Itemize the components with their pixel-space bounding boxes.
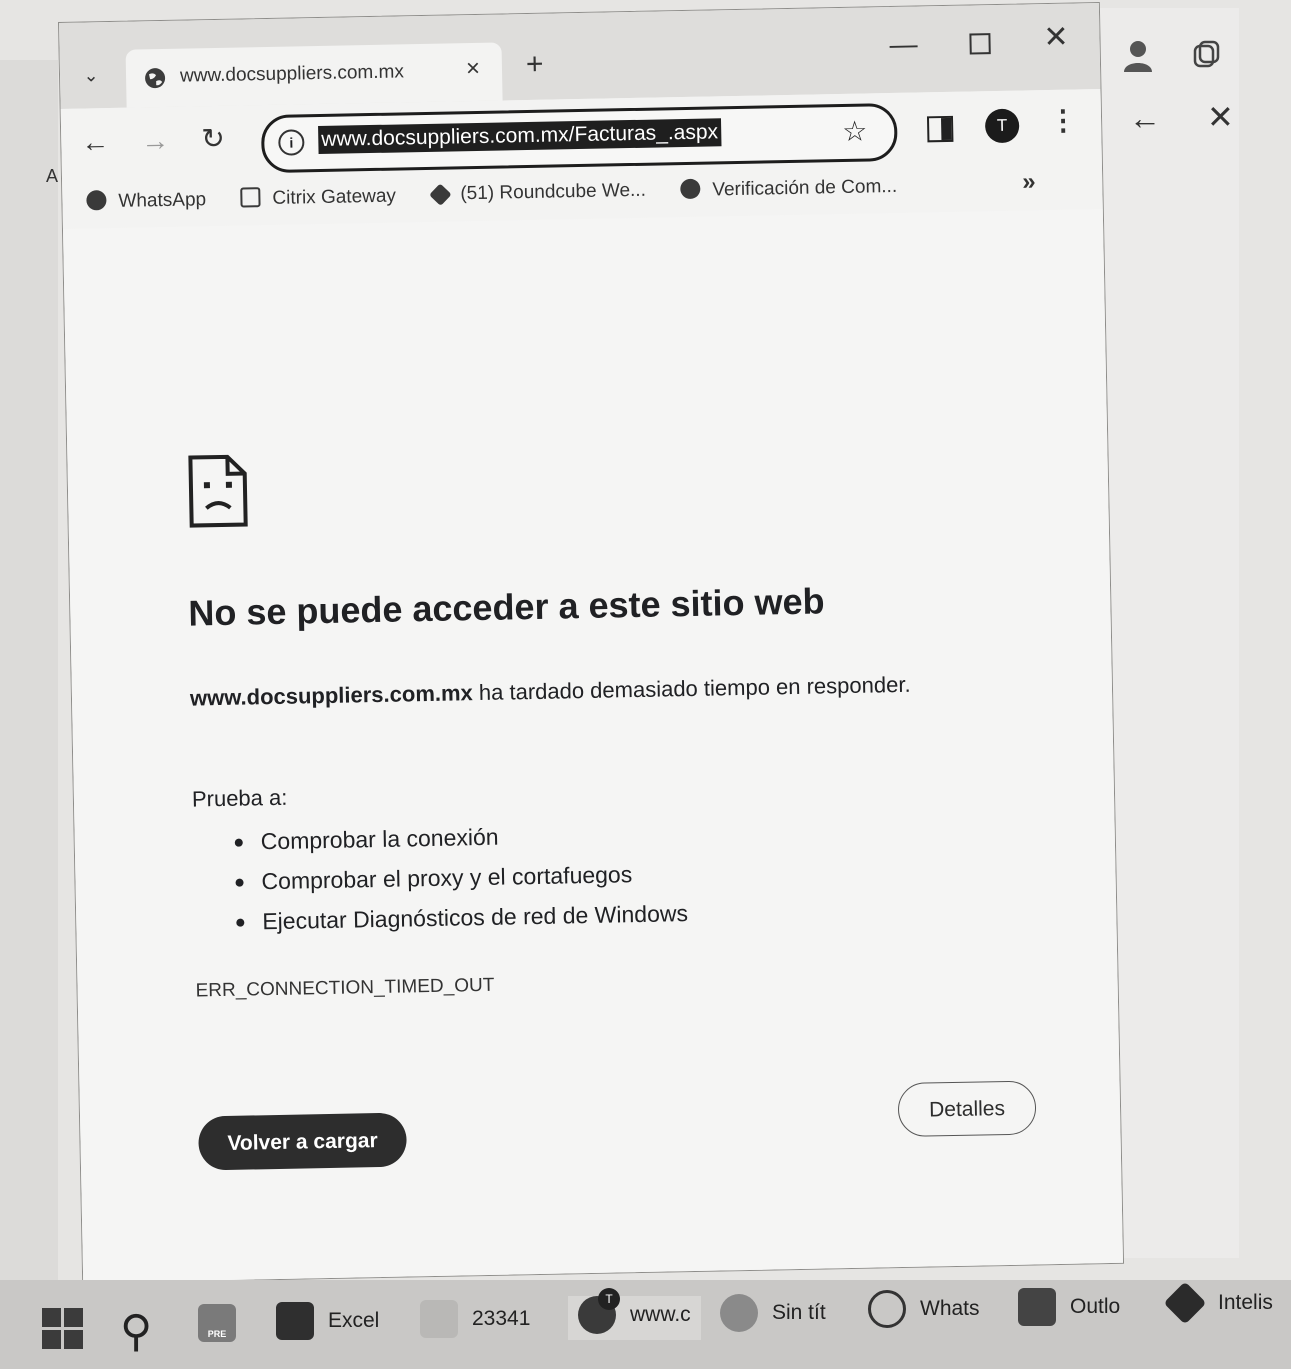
sad-page-icon bbox=[188, 454, 248, 528]
globe-icon bbox=[680, 178, 701, 200]
taskbar-app-untitled[interactable]: Sin tít bbox=[720, 1294, 826, 1338]
whatsapp-icon bbox=[86, 190, 107, 211]
bookmark-roundcube[interactable]: (51) Roundcube We... bbox=[429, 180, 646, 207]
taskbar-app-file[interactable]: 23341 bbox=[420, 1300, 530, 1344]
outlook-icon bbox=[1018, 1288, 1056, 1326]
tab-search-chevron-icon[interactable]: ⌄ bbox=[78, 62, 104, 88]
error-description: www.docsuppliers.com.mx ha tardado demas… bbox=[190, 660, 951, 723]
forward-button[interactable]: → bbox=[141, 125, 170, 158]
account-icon[interactable] bbox=[1121, 38, 1155, 74]
taskbar-app-excel[interactable]: Excel bbox=[276, 1302, 379, 1346]
citrix-icon bbox=[240, 187, 261, 208]
browser-window: ⌄ www.docsuppliers.com.mx × + — ✕ ← → ↻ … bbox=[58, 1, 1125, 1284]
error-code: ERR_CONNECTION_TIMED_OUT bbox=[195, 974, 495, 1002]
copilot-icon[interactable] bbox=[1189, 38, 1223, 72]
address-bar[interactable]: i www.docsuppliers.com.mx/Facturas_.aspx… bbox=[260, 102, 898, 174]
maximize-button[interactable] bbox=[969, 33, 991, 55]
file-icon bbox=[420, 1300, 458, 1338]
error-title: No se puede acceder a este sitio web bbox=[187, 580, 825, 634]
roundcube-icon bbox=[429, 183, 452, 207]
tab-title: www.docsuppliers.com.mx bbox=[179, 61, 405, 87]
intelisis-icon bbox=[1163, 1281, 1207, 1325]
profile-avatar[interactable]: T bbox=[984, 108, 1020, 144]
try-label: Prueba a: bbox=[191, 784, 288, 812]
taskbar-app-outlook[interactable]: Outlo bbox=[1018, 1288, 1120, 1332]
tab-active[interactable]: www.docsuppliers.com.mx × bbox=[125, 42, 503, 108]
bookmark-verificacion[interactable]: Verificación de Com... bbox=[680, 175, 897, 202]
taskbar-search-icon[interactable]: ⚲ bbox=[120, 1306, 152, 1357]
address-url[interactable]: www.docsuppliers.com.mx/Facturas_.aspx bbox=[318, 118, 722, 155]
background-window-strip: A bbox=[0, 60, 58, 1280]
whatsapp-icon bbox=[868, 1290, 906, 1328]
error-message: ha tardado demasiado tiempo en responder… bbox=[472, 671, 911, 706]
new-tab-button[interactable]: + bbox=[526, 48, 544, 82]
side-pane-back-icon[interactable]: ← bbox=[1129, 100, 1161, 137]
bookmark-whatsapp[interactable]: WhatsApp bbox=[86, 188, 206, 213]
reload-button[interactable]: ↻ bbox=[201, 122, 225, 155]
reload-page-button[interactable]: Volver a cargar bbox=[198, 1112, 408, 1171]
browser-menu-icon[interactable]: ⋮ bbox=[1049, 103, 1078, 137]
taskbar-app-intelisis[interactable]: Intelis bbox=[1163, 1281, 1273, 1328]
bookmark-citrix-gateway[interactable]: Citrix Gateway bbox=[240, 185, 396, 211]
error-page: No se puede acceder a este sitio web www… bbox=[62, 208, 1124, 1283]
tab-close-icon[interactable]: × bbox=[466, 55, 481, 83]
minimize-button[interactable]: — bbox=[889, 29, 918, 62]
bookmark-star-icon[interactable]: ☆ bbox=[842, 114, 868, 147]
excel-icon bbox=[276, 1302, 314, 1340]
suggestion-list: Comprobar la conexión Comprobar el proxy… bbox=[234, 813, 689, 942]
window-close-button[interactable]: ✕ bbox=[1043, 20, 1069, 55]
taskbar-app-chrome[interactable]: www.c bbox=[568, 1296, 701, 1340]
site-info-icon[interactable]: i bbox=[278, 129, 305, 156]
details-button[interactable]: Detalles bbox=[897, 1080, 1037, 1138]
windows-start-icon[interactable] bbox=[42, 1308, 84, 1350]
error-host: www.docsuppliers.com.mx bbox=[189, 680, 474, 711]
list-item: Ejecutar Diagnósticos de red de Windows bbox=[236, 893, 688, 942]
chrome-profile-badge: T bbox=[598, 1288, 620, 1310]
taskbar-app-pre[interactable]: PRE bbox=[198, 1304, 250, 1348]
left-strip-letter: A bbox=[46, 166, 59, 186]
pre-app-icon: PRE bbox=[198, 1304, 236, 1342]
taskbar-app-whatsapp[interactable]: Whats bbox=[868, 1290, 980, 1334]
side-pane-close-icon[interactable]: ✕ bbox=[1207, 98, 1234, 136]
bookmarks-overflow-icon[interactable]: » bbox=[1022, 168, 1036, 196]
back-button[interactable]: ← bbox=[81, 126, 110, 159]
side-panel-icon[interactable] bbox=[926, 115, 954, 143]
globe-icon bbox=[145, 68, 166, 89]
paint-icon bbox=[720, 1294, 758, 1332]
